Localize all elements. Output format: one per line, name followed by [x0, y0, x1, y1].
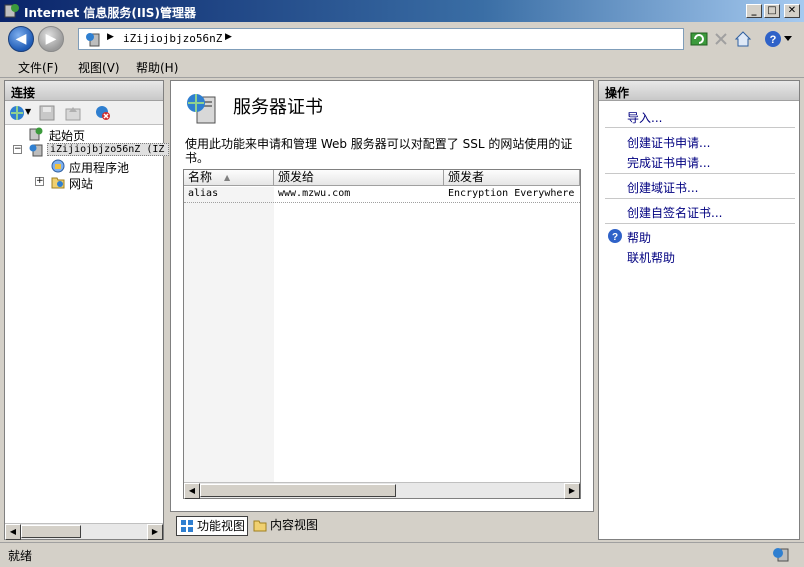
action-create-certificate-request[interactable]: 创建证书申请... [627, 134, 710, 151]
scroll-thumb[interactable] [21, 525, 81, 538]
divider [605, 127, 795, 128]
tab-content-view[interactable]: 内容视图 [250, 516, 324, 536]
disconnect-icon[interactable] [95, 105, 111, 121]
home-icon[interactable] [734, 30, 752, 48]
forward-arrow-icon: ▶ [45, 31, 57, 47]
connections-header: 连接 [5, 81, 163, 101]
start-page-icon [29, 127, 43, 141]
minimize-button[interactable]: _ [746, 4, 762, 18]
tree-item-app-pools[interactable]: 应用程序池 [69, 159, 129, 176]
column-header-name[interactable]: 名称 ▲ [184, 170, 274, 186]
connections-toolbar: ▼ [5, 101, 163, 125]
tree-item-sites[interactable]: 网站 [69, 175, 93, 192]
feature-pane: 服务器证书 使用此功能来申请和管理 Web 服务器可以对配置了 SSL 的网站使… [170, 80, 594, 512]
certificates-table: 名称 ▲ 颁发给 颁发者 alias www.mzwu.com Encrypti… [183, 169, 581, 499]
breadcrumb-separator-icon[interactable]: ▶ [225, 32, 232, 42]
maximize-button[interactable]: □ [764, 4, 780, 18]
tree-item-start-page[interactable]: 起始页 [49, 127, 85, 144]
scroll-right-icon[interactable]: ▶ [147, 524, 163, 540]
sort-ascending-icon: ▲ [224, 173, 231, 182]
tab-features-view[interactable]: 功能视图 [176, 516, 248, 536]
view-tabs: 功能视图 内容视图 [170, 514, 594, 538]
table-row[interactable]: alias www.mzwu.com Encryption Everywhere [184, 187, 580, 203]
menu-view[interactable]: 视图(V) [78, 59, 120, 76]
connections-pane: 连接 ▼ 起始页 − iZijiojbjzo56nZ (IZ 应用程序池 + 网… [4, 80, 169, 540]
status-text: 就绪 [8, 549, 33, 563]
breadcrumb-server[interactable]: iZijiojbjzo56nZ [123, 32, 222, 45]
cell-name: alias [188, 188, 219, 199]
connections-tree: 起始页 − iZijiojbjzo56nZ (IZ 应用程序池 + 网站 [13, 127, 169, 193]
menu-help[interactable]: 帮助(H) [136, 59, 178, 76]
save-icon[interactable] [39, 105, 55, 121]
action-create-self-signed-certificate[interactable]: 创建自签名证书... [627, 204, 722, 221]
app-pool-icon [51, 159, 65, 173]
forward-button[interactable]: ▶ [38, 26, 64, 52]
collapse-icon[interactable]: − [13, 145, 22, 154]
table-horizontal-scrollbar[interactable]: ◀ ▶ [184, 482, 580, 499]
tab-content-label: 内容视图 [270, 518, 319, 532]
action-complete-certificate-request[interactable]: 完成证书申请... [627, 154, 710, 171]
close-button[interactable]: ✕ [784, 4, 800, 18]
connection-status-icon [773, 548, 789, 562]
menu-bar: 文件(F) 视图(V) 帮助(H) [0, 54, 804, 78]
iis-app-icon [4, 4, 19, 18]
globe-icon[interactable] [9, 105, 25, 121]
up-level-icon[interactable] [65, 105, 81, 121]
address-bar[interactable]: ▶ iZijiojbjzo56nZ ▶ [78, 28, 684, 50]
breadcrumb-separator-icon[interactable]: ▶ [107, 32, 114, 42]
tab-features-label: 功能视图 [197, 519, 246, 533]
actions-header: 操作 [599, 81, 799, 101]
server-icon [29, 144, 43, 157]
svg-text:?: ? [770, 34, 777, 46]
server-icon [86, 33, 100, 47]
column-header-label: 名称 [188, 170, 213, 184]
scroll-right-icon[interactable]: ▶ [564, 483, 580, 499]
action-import[interactable]: 导入... [627, 109, 662, 126]
scroll-left-icon[interactable]: ◀ [5, 524, 21, 540]
status-bar: 就绪 [0, 542, 804, 567]
action-help[interactable]: 帮助 [627, 229, 651, 246]
window-title: Internet 信息服务(IIS)管理器 [24, 6, 196, 20]
help-icon: ? [608, 229, 622, 243]
divider [605, 223, 795, 224]
menu-file[interactable]: 文件(F) [18, 59, 58, 76]
chevron-down-icon[interactable]: ▼ [25, 107, 31, 116]
features-view-icon [181, 520, 193, 532]
cell-issued-to: www.mzwu.com [278, 188, 351, 199]
help-icon[interactable]: ? [764, 30, 782, 48]
server-certificates-icon [187, 94, 216, 124]
back-arrow-icon: ◀ [15, 31, 27, 47]
column-header-issued-by[interactable]: 颁发者 [444, 170, 580, 186]
sites-folder-icon [51, 177, 65, 189]
refresh-icon[interactable] [690, 30, 708, 48]
sort-column-highlight [184, 187, 274, 482]
column-header-issued-to[interactable]: 颁发给 [274, 170, 444, 186]
address-toolbar: ◀ ▶ ▶ iZijiojbjzo56nZ ▶ ? [0, 22, 804, 54]
title-bar: Internet 信息服务(IIS)管理器 _ □ ✕ [0, 0, 804, 22]
page-title: 服务器证书 [233, 97, 323, 118]
cell-issued-by: Encryption Everywhere [448, 188, 575, 199]
tree-item-server[interactable]: iZijiojbjzo56nZ (IZ [47, 143, 169, 156]
action-online-help[interactable]: 联机帮助 [627, 249, 675, 266]
divider [605, 198, 795, 199]
action-create-domain-certificate[interactable]: 创建域证书... [627, 179, 698, 196]
back-button[interactable]: ◀ [8, 26, 34, 52]
scroll-left-icon[interactable]: ◀ [184, 483, 200, 499]
scroll-thumb[interactable] [200, 484, 396, 497]
content-view-icon [253, 520, 267, 532]
divider [605, 173, 795, 174]
expand-icon[interactable]: + [35, 177, 44, 186]
connections-horizontal-scrollbar[interactable]: ◀ ▶ [5, 523, 163, 540]
stop-icon[interactable] [712, 30, 730, 48]
svg-text:?: ? [612, 232, 618, 243]
chevron-down-icon[interactable] [784, 36, 792, 42]
page-description: 使用此功能来申请和管理 Web 服务器可以对配置了 SSL 的网站使用的证书。 [185, 137, 573, 165]
actions-pane: 操作 导入... 创建证书申请... 完成证书申请... 创建域证书... 创建… [598, 80, 800, 540]
